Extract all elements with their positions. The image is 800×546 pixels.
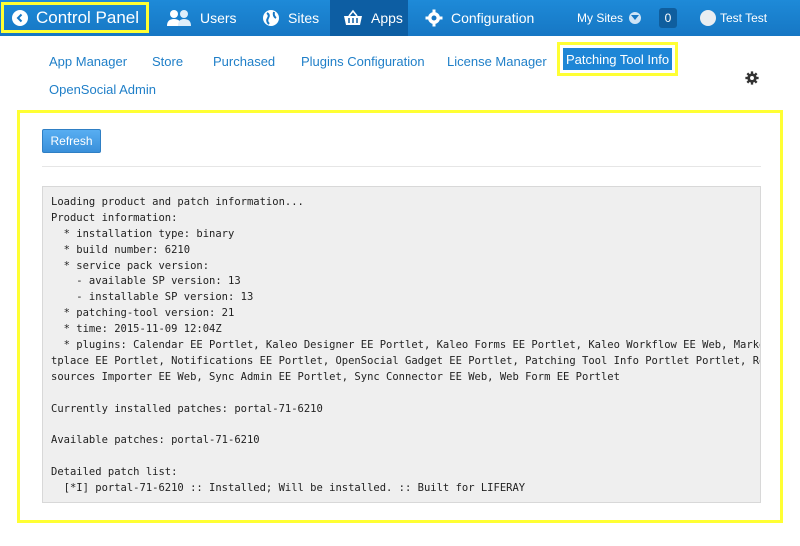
avatar (700, 10, 716, 26)
console-line: * patching-tool version: 21 (51, 307, 235, 320)
console-line: * installation type: binary (51, 227, 235, 240)
console-line: Available patches: portal-71-6210 (51, 434, 260, 447)
globe-icon (262, 9, 280, 27)
my-sites-menu[interactable]: My Sites (577, 0, 642, 36)
nav-sites-label: Sites (288, 10, 320, 26)
users-icon (166, 9, 192, 27)
divider (42, 166, 761, 167)
notification-count-badge[interactable]: 0 (659, 8, 677, 28)
tab-app-manager[interactable]: App Manager (49, 54, 127, 69)
console-line: * plugins: Calendar EE Portlet, Kaleo De… (51, 339, 761, 352)
patching-tool-panel: Refresh Loading product and patch inform… (17, 110, 783, 523)
console-line: [*I] portal-71-6210 :: Installed; Will b… (51, 482, 526, 495)
console-line: Currently installed patches: portal-71-6… (51, 402, 323, 415)
console-line: Product information: (51, 211, 178, 224)
tab-plugins-configuration[interactable]: Plugins Configuration (301, 54, 425, 69)
tab-patching-tool-info[interactable]: Patching Tool Info (563, 48, 672, 70)
tab-license-manager[interactable]: License Manager (447, 54, 547, 69)
tab-purchased[interactable]: Purchased (213, 54, 275, 69)
tab-patching-tool-info-highlight: Patching Tool Info (557, 42, 678, 76)
control-panel-button[interactable]: Control Panel (1, 2, 149, 33)
control-panel-label: Control Panel (36, 7, 140, 27)
nav-apps-label: Apps (371, 10, 403, 26)
console-line: Detailed patch list: (51, 466, 178, 479)
nav-users[interactable]: Users (166, 0, 237, 36)
back-arrow-icon (12, 9, 28, 26)
console-line: - installable SP version: 13 (51, 291, 254, 304)
basket-icon (343, 9, 363, 27)
console-line: * time: 2015-11-09 12:04Z (51, 323, 222, 336)
console-line: * service pack version: (51, 259, 210, 272)
patch-info-console: Loading product and patch information...… (42, 186, 761, 503)
dockbar: Control Panel Users Sites Apps Configura… (0, 0, 800, 36)
user-name: Test Test (720, 11, 768, 25)
gear-icon (425, 9, 443, 27)
console-line: Loading product and patch information... (51, 196, 304, 208)
console-line: tplace EE Portlet, Notifications EE Port… (51, 354, 761, 367)
nav-sites[interactable]: Sites (262, 0, 319, 36)
settings-gear-icon[interactable] (745, 71, 759, 90)
my-sites-label: My Sites (577, 11, 624, 25)
refresh-button[interactable]: Refresh (42, 129, 101, 153)
chevron-down-icon (629, 12, 642, 24)
tab-opensocial-admin[interactable]: OpenSocial Admin (49, 82, 156, 97)
console-line: sources Importer EE Web, Sync Admin EE P… (51, 370, 620, 383)
nav-users-label: Users (200, 10, 237, 26)
nav-configuration[interactable]: Configuration (425, 0, 534, 36)
tab-store[interactable]: Store (152, 54, 183, 69)
user-menu[interactable]: Test Test (700, 0, 767, 36)
nav-apps[interactable]: Apps (330, 0, 408, 36)
console-line: - available SP version: 13 (51, 275, 241, 288)
nav-configuration-label: Configuration (451, 10, 535, 26)
console-line: * build number: 6210 (51, 243, 191, 256)
